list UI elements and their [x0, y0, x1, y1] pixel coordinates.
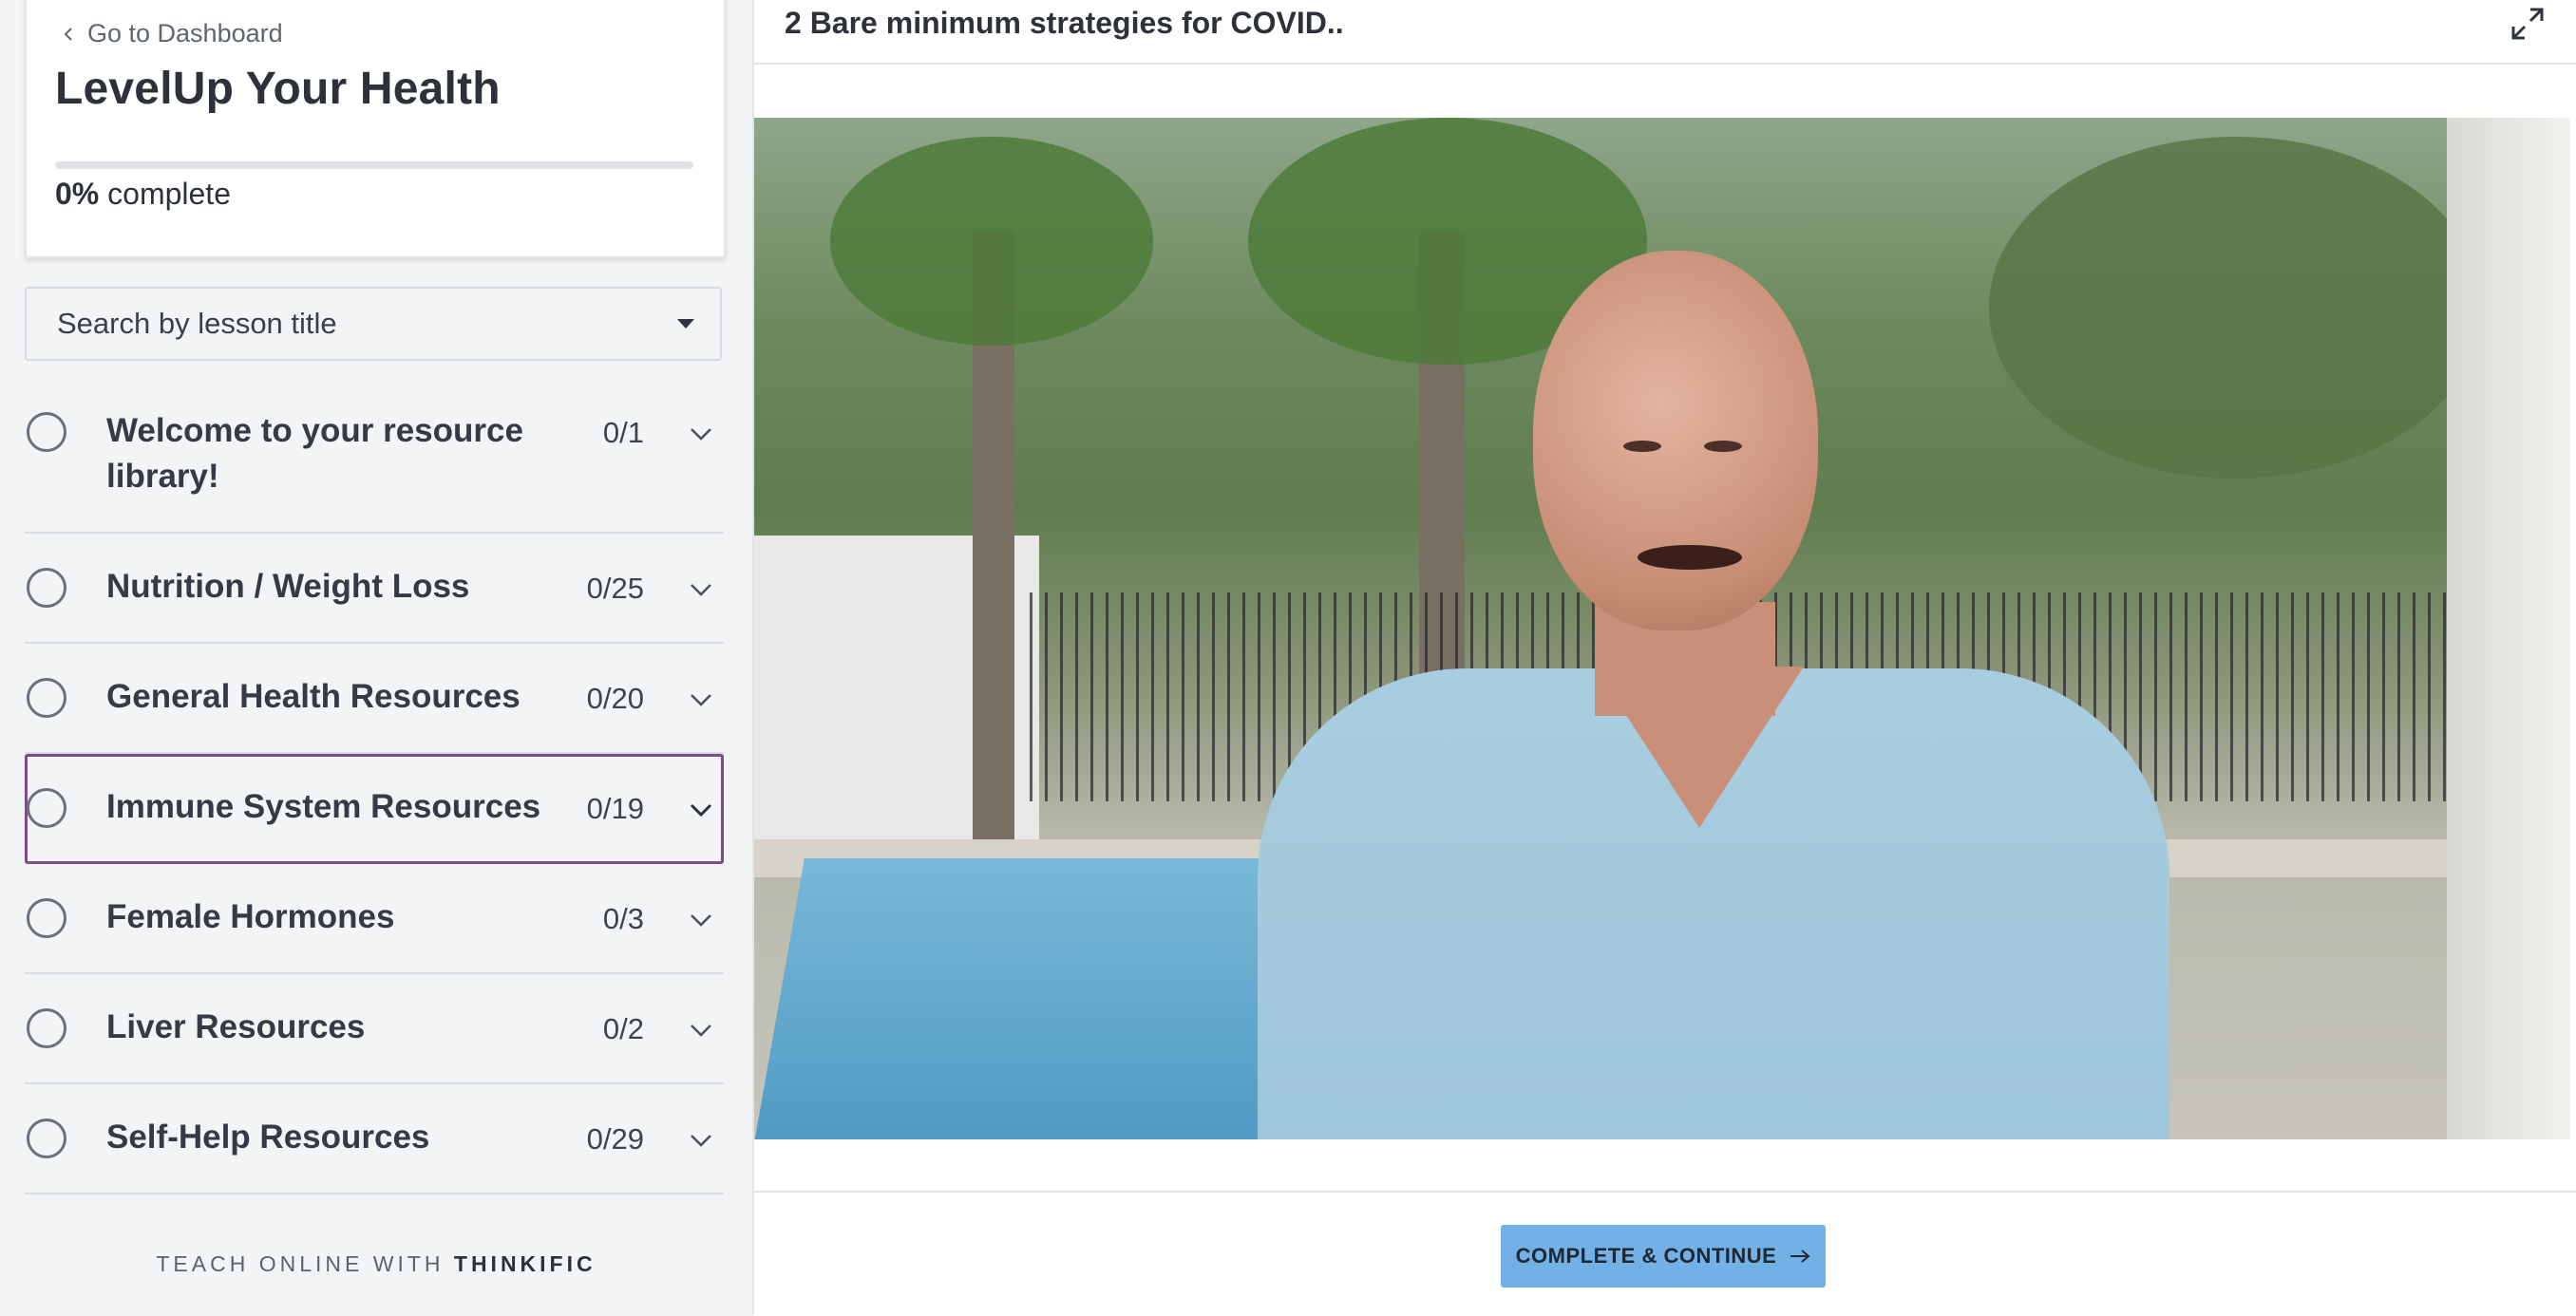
chapter-count: 0/2	[602, 1012, 644, 1045]
chapter-count: 0/19	[586, 792, 644, 825]
lesson-search-label: Search by lesson title	[57, 307, 337, 340]
chapter-list: Welcome to your resource library! 0/1 Nu…	[25, 380, 724, 1194]
presenter-head	[1533, 251, 1818, 630]
chapter-item-active[interactable]: Immune System Resources 0/19	[25, 754, 724, 864]
chapter-title: Immune System Resources	[106, 788, 541, 825]
complete-and-continue-button[interactable]: COMPLETE & CONTINUE	[1501, 1225, 1826, 1288]
chapter-item[interactable]: Nutrition / Weight Loss 0/25	[25, 534, 724, 644]
presenter-eye	[1623, 441, 1661, 452]
lesson-video-player[interactable]	[754, 118, 2570, 1139]
video-scene-post	[2447, 118, 2570, 1139]
chapter-title: Nutrition / Weight Loss	[106, 568, 470, 605]
powered-by-footer[interactable]: TEACH ONLINE WITH THINKIFIC	[0, 1251, 752, 1277]
complete-and-continue-label: COMPLETE & CONTINUE	[1515, 1244, 1777, 1268]
presenter-mouth	[1638, 545, 1742, 570]
video-scene-frond	[830, 137, 1153, 346]
course-sidebar: Go to Dashboard LevelUp Your Health 0% c…	[0, 0, 754, 1314]
presenter-eye	[1704, 441, 1742, 452]
lesson-title: 2 Bare minimum strategies for COVID..	[785, 6, 1344, 40]
chapter-item[interactable]: Liver Resources 0/2	[25, 974, 724, 1084]
chapter-status-icon	[27, 568, 66, 608]
thinkific-brand: THINKIFIC	[453, 1251, 597, 1276]
chevron-left-icon	[64, 27, 72, 41]
chevron-down-icon[interactable]	[690, 913, 712, 927]
video-presenter	[1258, 251, 2188, 1139]
chapter-status-icon	[27, 1008, 66, 1048]
chevron-down-icon[interactable]	[690, 427, 712, 441]
chapter-status-icon	[27, 678, 66, 718]
chapter-title: General Health Resources	[106, 678, 521, 715]
course-progress-card: Go to Dashboard LevelUp Your Health 0% c…	[25, 0, 726, 258]
powered-by-prefix: TEACH ONLINE WITH	[156, 1251, 445, 1276]
chapter-count: 0/20	[586, 682, 644, 715]
chapter-status-icon	[27, 898, 66, 938]
chapter-item[interactable]: Self-Help Resources 0/29	[25, 1084, 724, 1194]
expand-icon[interactable]	[2510, 6, 2546, 42]
progress-percent: 0%	[55, 177, 100, 211]
chapter-status-icon	[27, 1119, 66, 1158]
caret-down-icon	[677, 319, 694, 329]
lesson-footer: COMPLETE & CONTINUE	[754, 1191, 2576, 1316]
chevron-down-icon[interactable]	[690, 803, 712, 817]
chevron-down-icon[interactable]	[690, 1024, 712, 1037]
chapter-status-icon	[27, 788, 66, 828]
chapter-count: 0/25	[586, 572, 644, 605]
chapter-count: 0/3	[602, 902, 644, 935]
chapter-status-icon	[27, 412, 66, 452]
go-to-dashboard-label: Go to Dashboard	[87, 19, 283, 47]
chapter-item[interactable]: Female Hormones 0/3	[25, 864, 724, 974]
chevron-down-icon[interactable]	[690, 583, 712, 596]
lesson-search-dropdown[interactable]: Search by lesson title	[25, 287, 722, 361]
chapter-count: 0/29	[586, 1122, 644, 1156]
course-title: LevelUp Your Health	[55, 64, 501, 114]
chapter-title: Liver Resources	[106, 1008, 366, 1045]
chapter-title: Self-Help Resources	[106, 1119, 430, 1156]
chapter-title: Welcome to your resource library!	[106, 412, 523, 495]
progress-text: 0% complete	[55, 177, 231, 212]
chapter-count: 0/1	[602, 416, 644, 449]
lesson-content: 2 Bare minimum strategies for COVID.. CO…	[754, 0, 2576, 1316]
presenter-vneck	[1595, 667, 1804, 828]
lesson-header: 2 Bare minimum strategies for COVID..	[754, 0, 2576, 65]
chapter-title: Female Hormones	[106, 898, 395, 935]
course-progress-bar	[55, 161, 693, 169]
chevron-down-icon[interactable]	[690, 693, 712, 706]
chapter-item[interactable]: Welcome to your resource library! 0/1	[25, 380, 724, 534]
go-to-dashboard-link[interactable]: Go to Dashboard	[61, 19, 283, 48]
chevron-down-icon[interactable]	[690, 1134, 712, 1147]
arrow-right-icon	[1790, 1250, 1810, 1263]
chapter-item[interactable]: General Health Resources 0/20	[25, 644, 724, 754]
progress-suffix: complete	[107, 177, 231, 211]
